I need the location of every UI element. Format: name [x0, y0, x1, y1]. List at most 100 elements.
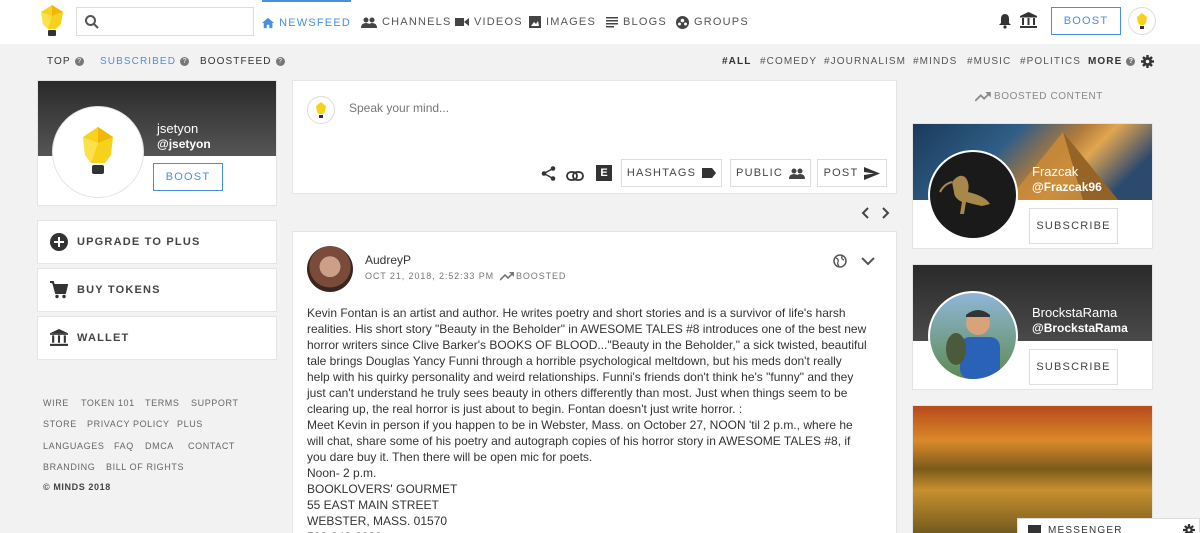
- post-meta: OCT 21, 2018, 2:52:33 PM BOOSTED: [365, 271, 566, 281]
- search-input[interactable]: [76, 7, 254, 36]
- people-icon: [788, 168, 805, 179]
- filter-top[interactable]: TOP?: [47, 56, 84, 67]
- messenger-bar[interactable]: MESSENGER: [1017, 518, 1200, 533]
- button-label: HASHTAGS: [626, 167, 697, 179]
- list-icon: [606, 16, 618, 27]
- post-timestamp[interactable]: OCT 21, 2018, 2:52:33 PM: [365, 271, 494, 281]
- nav-label: Groups: [694, 16, 749, 28]
- nav-newsfeed[interactable]: Newsfeed: [262, 0, 351, 44]
- chevron-down-icon[interactable]: [860, 254, 876, 272]
- more-label: MORE: [1088, 56, 1123, 67]
- boosted-badge: BOOSTED: [500, 271, 566, 281]
- hashtag-politics[interactable]: #POLITICS: [1020, 56, 1081, 67]
- boosted-image-card[interactable]: [912, 405, 1153, 533]
- subscribe-button[interactable]: SUBSCRIBE: [1029, 349, 1118, 385]
- footer-link-wire[interactable]: WIRE: [43, 398, 69, 408]
- nav-label: Newsfeed: [279, 17, 351, 29]
- hashtag-minds[interactable]: #MINDS: [913, 56, 957, 67]
- footer-link-token101[interactable]: TOKEN 101: [81, 398, 135, 408]
- footer-link-faq[interactable]: FAQ: [114, 441, 134, 451]
- footer-link-dmca[interactable]: DMCA: [145, 441, 174, 451]
- post-line: clearing up, the real horror is just abo…: [307, 402, 743, 416]
- filter-boostfeed[interactable]: BOOSTFEED?: [200, 56, 285, 67]
- editor-icon[interactable]: E: [596, 165, 612, 181]
- hashtag-music[interactable]: #MUSIC: [967, 56, 1011, 67]
- autumn-lake-image: [913, 406, 1152, 533]
- boost-button[interactable]: BOOST: [1051, 7, 1121, 35]
- hashtags-more[interactable]: MORE?: [1088, 56, 1136, 67]
- profile-handle[interactable]: @jsetyon: [157, 137, 211, 151]
- hashtag-journalism[interactable]: #JOURNALISM: [824, 56, 906, 67]
- cart-icon: [50, 281, 68, 299]
- post-line: help with his quirky personality and wei…: [307, 370, 854, 384]
- nav-blogs[interactable]: Blogs: [606, 0, 667, 44]
- post-line: will chat, share some of his poetry and …: [307, 434, 851, 448]
- post-line: realities. His short story "Beauty in th…: [307, 322, 867, 336]
- profile-avatar[interactable]: [52, 106, 144, 198]
- filter-label: BOOSTFEED: [200, 56, 272, 67]
- nav-videos[interactable]: Videos: [455, 0, 523, 44]
- boosted-label: BOOSTED: [516, 271, 567, 281]
- post-line: 55 EAST MAIN STREET: [307, 498, 439, 512]
- subscribe-button[interactable]: SUBSCRIBE: [1029, 208, 1118, 244]
- boosted-content-heading: BOOSTED CONTENT: [975, 91, 1103, 102]
- channel-name[interactable]: BrockstaRama: [1032, 305, 1117, 320]
- hashtag-all[interactable]: #ALL: [722, 56, 751, 67]
- nav-groups[interactable]: Groups: [676, 0, 749, 44]
- channel-name[interactable]: Frazcak: [1032, 164, 1078, 179]
- hashtags-button[interactable]: HASHTAGS: [621, 159, 722, 187]
- filter-subscribed[interactable]: SUBSCRIBED?: [100, 56, 190, 67]
- settings-gear-icon[interactable]: [1141, 55, 1154, 73]
- footer-link-branding[interactable]: BRANDING: [43, 462, 95, 472]
- groups-icon: [676, 15, 689, 29]
- post-line: 508-949-6232: [307, 529, 889, 533]
- channel-avatar[interactable]: [928, 291, 1018, 381]
- share-icon[interactable]: [541, 166, 556, 186]
- footer-link-terms[interactable]: TERMS: [145, 398, 180, 408]
- settings-gear-icon[interactable]: [1183, 524, 1195, 533]
- nav-images[interactable]: Images: [529, 0, 596, 44]
- wallet-bank-icon[interactable]: [1020, 12, 1037, 34]
- post-author-name[interactable]: AudreyP: [365, 253, 411, 267]
- post-button[interactable]: POST: [817, 159, 887, 187]
- footer-link-store[interactable]: STORE: [43, 419, 77, 429]
- notifications-bell-icon[interactable]: [998, 13, 1012, 34]
- upgrade-to-plus-button[interactable]: UPGRADE TO PLUS: [37, 220, 277, 264]
- post-line: tale brings Douglas Yancy Funni through …: [307, 354, 842, 368]
- hashtag-comedy[interactable]: #COMEDY: [760, 56, 817, 67]
- post-line: Kevin Fontan is an artist and author. He…: [307, 306, 846, 320]
- minds-logo-icon: [1137, 13, 1147, 29]
- minds-logo-icon[interactable]: [39, 4, 65, 38]
- profile-boost-button[interactable]: BOOST: [153, 163, 223, 191]
- plus-circle-icon: [50, 233, 68, 251]
- composer-input[interactable]: Speak your mind...: [349, 101, 449, 115]
- globe-icon[interactable]: [833, 254, 847, 273]
- buy-tokens-button[interactable]: BUY TOKENS: [37, 268, 277, 312]
- attachment-link-icon[interactable]: [566, 168, 584, 186]
- nav-channels[interactable]: Channels: [361, 0, 452, 44]
- footer-link-contact[interactable]: CONTACT: [188, 441, 235, 451]
- profile-name[interactable]: jsetyon: [157, 121, 198, 136]
- help-icon: ?: [74, 57, 84, 66]
- wallet-button[interactable]: WALLET: [37, 316, 277, 360]
- menu-label: BUY TOKENS: [77, 284, 161, 296]
- post-author-avatar[interactable]: [307, 246, 353, 292]
- visibility-public-button[interactable]: PUBLIC: [730, 159, 811, 187]
- channel-handle[interactable]: @BrockstaRama: [1032, 321, 1128, 335]
- boosted-channel-card: BrockstaRama @BrockstaRama SUBSCRIBE: [912, 264, 1153, 390]
- footer-link-privacy[interactable]: PRIVACY POLICY: [87, 419, 170, 429]
- footer-link-plus[interactable]: PLUS: [177, 419, 203, 429]
- footer-link-support[interactable]: SUPPORT: [191, 398, 239, 408]
- channel-avatar[interactable]: [928, 150, 1018, 240]
- footer-link-bill-of-rights[interactable]: BILL OF RIGHTS: [106, 462, 184, 472]
- channel-handle[interactable]: @Frazcak96: [1032, 180, 1102, 194]
- footer-link-languages[interactable]: LANGUAGES: [43, 441, 104, 451]
- chevron-right-icon[interactable]: [880, 206, 892, 225]
- user-avatar-menu[interactable]: [1128, 7, 1156, 35]
- nav-label: Images: [546, 16, 596, 28]
- bank-icon: [50, 329, 68, 346]
- chevron-left-icon[interactable]: [859, 206, 871, 225]
- nav-label: Channels: [382, 16, 452, 28]
- copyright: © MINDS 2018: [43, 482, 111, 492]
- post-line: you dare buy it. Then there will be open…: [307, 450, 593, 464]
